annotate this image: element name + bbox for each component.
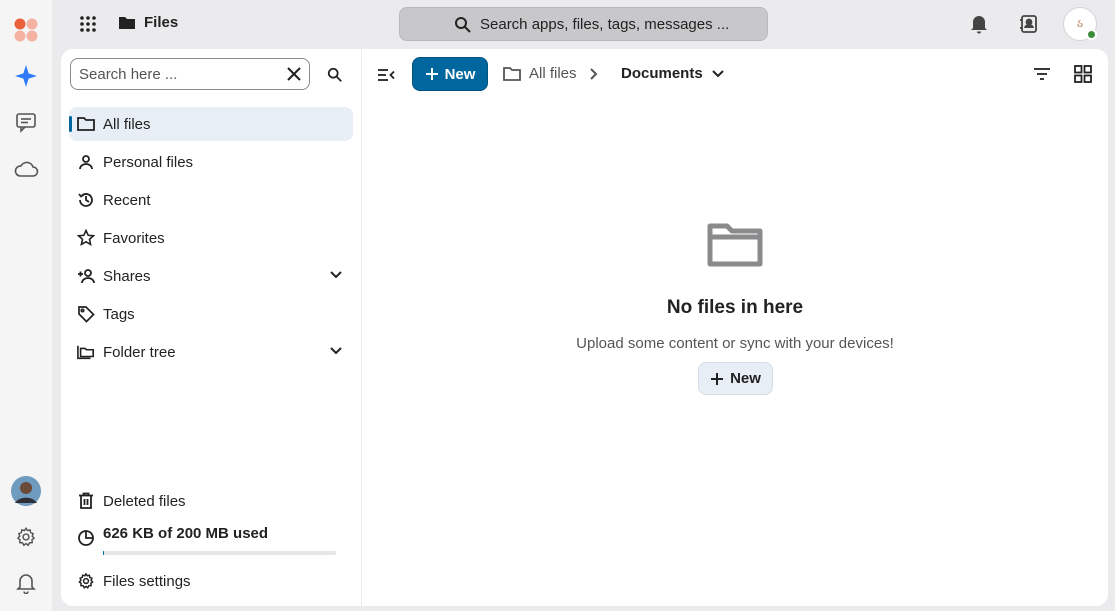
sidebar-item-label: Shares (103, 267, 151, 285)
assistant-sparkle-icon[interactable] (10, 60, 42, 92)
tag-icon (77, 305, 95, 323)
user-initials: ઠ (1077, 18, 1083, 30)
chevron-down-icon (711, 69, 724, 77)
star-icon (77, 229, 95, 247)
nav-search-button[interactable] (324, 64, 346, 86)
sort-filter-icon[interactable] (1032, 64, 1052, 84)
folder-icon (119, 16, 135, 29)
breadcrumb-label: All files (529, 65, 577, 82)
online-status-icon (1086, 29, 1097, 40)
quota-progress-fill (103, 551, 105, 555)
navigation-panel: All files Personal files Recent Favorite… (61, 49, 361, 606)
sidebar-item-tags[interactable]: Tags (69, 297, 353, 331)
app-rail (0, 0, 52, 611)
folder-tree-icon (77, 343, 95, 361)
nav-search-input[interactable] (79, 65, 287, 83)
global-search[interactable]: Search apps, files, tags, messages ... (399, 7, 768, 41)
files-content: New All files Documents No files in here… (362, 49, 1108, 606)
storage-quota[interactable]: 626 KB of 200 MB used (69, 521, 353, 555)
breadcrumb-all-files[interactable]: All files (503, 65, 577, 82)
sidebar-item-all-files[interactable]: All files (69, 107, 353, 141)
sidebar-item-label: Tags (103, 305, 135, 323)
sidebar-item-label: Folder tree (103, 343, 176, 361)
global-search-placeholder: Search apps, files, tags, messages ... (480, 15, 730, 33)
pie-chart-icon (77, 529, 95, 547)
sidebar-item-label: Files settings (103, 572, 191, 590)
app-title[interactable]: Files (118, 14, 178, 31)
app-title-label: Files (144, 14, 179, 31)
empty-state-title: No files in here (666, 297, 804, 318)
new-button-label: New (730, 370, 761, 387)
new-button-label: New (444, 65, 476, 83)
sidebar-item-label: Recent (103, 191, 151, 209)
sidebar-item-folder-tree[interactable]: Folder tree (69, 335, 353, 369)
trash-icon (77, 492, 95, 510)
settings-gear-icon[interactable] (10, 521, 42, 553)
sidebar-item-shares[interactable]: Shares (69, 259, 353, 293)
quota-progress-bar (103, 551, 336, 555)
share-person-icon (77, 267, 95, 285)
plus-icon (425, 68, 438, 80)
sidebar-item-label: All files (103, 115, 151, 133)
contacts-icon[interactable] (1017, 12, 1041, 36)
sidebar-item-favorites[interactable]: Favorites (69, 221, 353, 255)
history-icon (77, 191, 95, 209)
sidebar-item-label: Deleted files (103, 492, 186, 510)
sidebar-item-personal-files[interactable]: Personal files (69, 145, 353, 179)
plus-icon (711, 372, 724, 385)
app-grid-icon[interactable] (78, 14, 98, 34)
sidebar-item-files-settings[interactable]: Files settings (69, 564, 353, 598)
sidebar-item-recent[interactable]: Recent (69, 183, 353, 217)
top-bar: Files Search apps, files, tags, messages… (52, 0, 1115, 48)
search-icon (327, 67, 342, 82)
logo-icon[interactable] (10, 14, 42, 46)
chevron-down-icon[interactable] (329, 344, 343, 358)
empty-state-new-button[interactable]: New (698, 362, 773, 395)
notifications-icon[interactable] (967, 12, 991, 36)
person-icon (77, 153, 95, 171)
notifications-bell-icon[interactable] (10, 567, 42, 599)
empty-folder-icon (707, 223, 763, 267)
breadcrumb-documents[interactable]: Documents (621, 65, 725, 82)
cloud-icon[interactable] (10, 153, 42, 185)
new-button[interactable]: New (412, 57, 488, 91)
clear-icon[interactable] (287, 67, 301, 81)
folder-outline-icon (503, 66, 521, 81)
user-avatar[interactable] (10, 475, 42, 507)
chevron-right-icon (590, 68, 598, 80)
quota-label: 626 KB of 200 MB used (103, 524, 269, 542)
breadcrumb-label: Documents (621, 65, 703, 82)
search-icon (455, 17, 471, 33)
sidebar-item-label: Favorites (103, 229, 165, 247)
sidebar-item-label: Personal files (103, 153, 194, 171)
grid-view-icon[interactable] (1073, 64, 1093, 84)
user-menu-avatar[interactable]: ઠ (1063, 7, 1097, 41)
chevron-down-icon[interactable] (329, 268, 343, 282)
empty-state-subtitle: Upload some content or sync with your de… (576, 335, 894, 352)
sidebar-item-deleted-files[interactable]: Deleted files (69, 484, 353, 518)
chat-icon[interactable] (10, 106, 42, 138)
gear-icon (77, 572, 95, 590)
nav-search-box[interactable] (70, 58, 310, 90)
toggle-navigation-icon[interactable] (376, 65, 396, 85)
folder-outline-icon (77, 115, 95, 133)
